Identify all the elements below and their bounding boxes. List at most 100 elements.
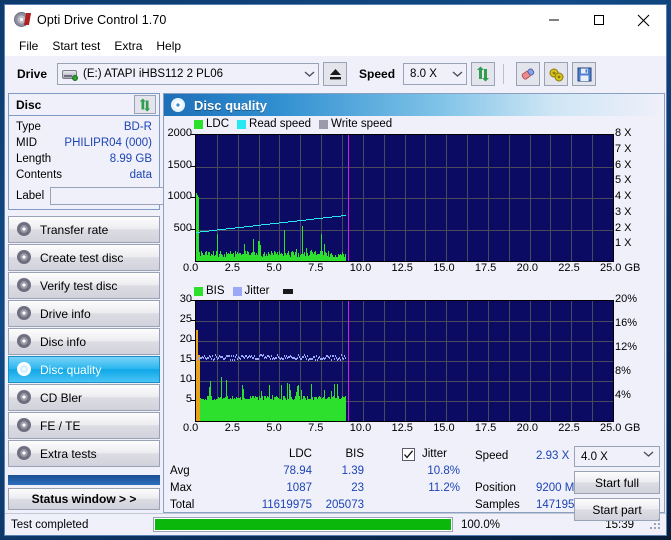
disc-quality-panel: Disc quality LDC Read speed Write speed … [163, 93, 665, 521]
chevron-down-icon [300, 70, 318, 78]
ldc-y-tick-label: 1000 [167, 190, 192, 202]
ldc-y-tick-label: 1500 [167, 158, 192, 171]
sidebar-item-label: Disc quality [40, 362, 102, 377]
stats-header-ldc: LDC [288, 448, 312, 460]
jitter-y-tick-label: 12% [615, 341, 638, 353]
sidebar: Disc Type BD-R MID PHILIPR04 (000) Lengt… [5, 91, 262, 513]
sidebar-item-cd-bler[interactable]: CD Bler [8, 384, 160, 411]
refresh-icon [477, 66, 490, 82]
bis-y-tick-label: 15 [179, 353, 192, 365]
speed-y-tick-label: 5 X [615, 174, 632, 187]
save-button[interactable] [572, 62, 597, 86]
speed-y-tick-label: 2 X [615, 221, 632, 234]
sidebar-item-disc-quality[interactable]: Disc quality [8, 356, 160, 383]
toolbar-separator [503, 64, 505, 84]
sidebar-item-fe-te[interactable]: FE / TE [8, 412, 160, 439]
disc-row-type: Type BD-R [9, 119, 159, 135]
disc-type-label: Type [16, 121, 41, 133]
disc-bler-icon [17, 390, 32, 405]
x-axis-tick-label: 2.5 [224, 262, 240, 274]
window-title: Opti Drive Control 1.70 [37, 13, 167, 27]
x-axis-tick-label: 15.0 [433, 422, 455, 434]
x-axis-tick-label: 5.0 [266, 262, 282, 274]
disc-transfer-icon [17, 222, 32, 237]
ldc-plot-area [195, 134, 614, 262]
refresh-button[interactable] [471, 62, 496, 86]
disc-length-label: Length [16, 153, 52, 165]
legend-swatch-ldc [194, 119, 203, 129]
start-full-button[interactable]: Start full [574, 471, 660, 494]
refresh-icon [139, 98, 151, 111]
disc-refresh-button[interactable] [134, 95, 156, 114]
window-controls [531, 5, 666, 35]
disc-fete-icon [17, 418, 32, 433]
menu-extra[interactable]: Extra [107, 37, 149, 55]
stats-total-ldc: 11619975 [261, 499, 312, 511]
ldc-chart-legend: LDC Read speed Write speed [194, 118, 396, 130]
chevron-down-icon [448, 70, 466, 78]
disc-info-icon [17, 334, 32, 349]
legend-swatch-marker [283, 288, 294, 294]
minimize-icon[interactable] [531, 5, 576, 35]
jitter-y-tick-label: 4% [615, 389, 631, 401]
menu-file[interactable]: File [12, 37, 45, 55]
disc-verify-icon [17, 278, 32, 293]
bis-y-tick-label: 25 [179, 313, 192, 325]
progress-percent: 100.0% [461, 518, 501, 531]
position-marker [348, 135, 349, 261]
bis-chart-legend: BIS Jitter [194, 285, 294, 297]
disc-row-label: Label [9, 183, 262, 209]
bis-y-tick-label: 20 [179, 333, 192, 345]
legend-swatch-jitter [232, 286, 242, 296]
stats-row-total-label: Total [170, 499, 195, 511]
menu-help[interactable]: Help [149, 37, 188, 55]
speed-y-tick-label: 7 X [615, 142, 632, 155]
application-window: Opti Drive Control 1.70 File Start test … [4, 4, 667, 536]
resize-grip[interactable] [650, 518, 662, 531]
x-axis-tick-label: 17.5 [474, 422, 497, 434]
axis-tick [191, 360, 195, 361]
speed-y-tick-label: 3 X [615, 205, 632, 218]
axis-tick [191, 380, 195, 381]
sidebar-item-transfer-rate[interactable]: Transfer rate [8, 216, 160, 243]
close-icon[interactable] [621, 5, 666, 35]
sidebar-item-drive-info[interactable]: Drive info [8, 300, 160, 327]
disc-mid-value: PHILIPR04 (000) [64, 137, 152, 149]
stats-speed-label: Speed [475, 450, 509, 462]
start-part-button[interactable]: Start part [574, 498, 660, 521]
eject-icon [329, 69, 341, 80]
jitter-checkbox[interactable] [402, 448, 415, 461]
disc-panel-header: Disc [9, 94, 159, 116]
x-axis-tick-label: 22.5 [558, 422, 580, 434]
sidebar-item-create-test-disc[interactable]: Create test disc [8, 244, 160, 271]
maximize-icon[interactable] [576, 5, 621, 35]
sidebar-item-label: CD Bler [40, 390, 83, 405]
legend-label-bis: BIS [206, 285, 225, 297]
eject-button[interactable] [323, 62, 348, 86]
drive-select-value: (E:) ATAPI iHBS112 2 PL06 [83, 68, 224, 80]
main-body: Disc Type BD-R MID PHILIPR04 (000) Lengt… [5, 91, 666, 521]
jitter-label: Jitter [422, 448, 447, 460]
disc-quality-icon [17, 362, 32, 377]
status-window-button[interactable]: Status window > > [8, 488, 160, 510]
x-axis-tick-label: 10.0 [349, 262, 372, 274]
progress-bar-fill [155, 519, 451, 530]
test-speed-select[interactable]: 4.0 X [574, 446, 660, 467]
menu-start-test[interactable]: Start test [45, 37, 107, 55]
erase-button[interactable] [516, 62, 541, 86]
stats-row-avg-label: Avg [170, 465, 190, 477]
x-axis-tick-label: 25.0 GB [600, 422, 641, 434]
settings-button[interactable] [544, 62, 569, 86]
position-marker [348, 301, 349, 421]
disc-info-panel: Disc Type BD-R MID PHILIPR04 (000) Lengt… [8, 93, 262, 210]
axis-tick [191, 300, 195, 301]
sidebar-item-extra-tests[interactable]: Extra tests [8, 440, 160, 467]
sidebar-item-verify-test-disc[interactable]: Verify test disc [8, 272, 160, 299]
bis-chart: BIS Jitter 30 25 20 15 10 5 20% 16% 12% 8% 4% 0.0 2.… [164, 284, 664, 446]
x-axis-tick-label: 12.5 [391, 422, 413, 434]
sidebar-item-label: FE / TE [40, 418, 81, 433]
speed-select[interactable]: 8.0 X [403, 63, 468, 85]
sidebar-item-disc-info[interactable]: Disc info [8, 328, 160, 355]
stats-header-bis: BIS [345, 448, 364, 460]
drive-select[interactable]: (E:) ATAPI iHBS112 2 PL06 [57, 63, 320, 85]
